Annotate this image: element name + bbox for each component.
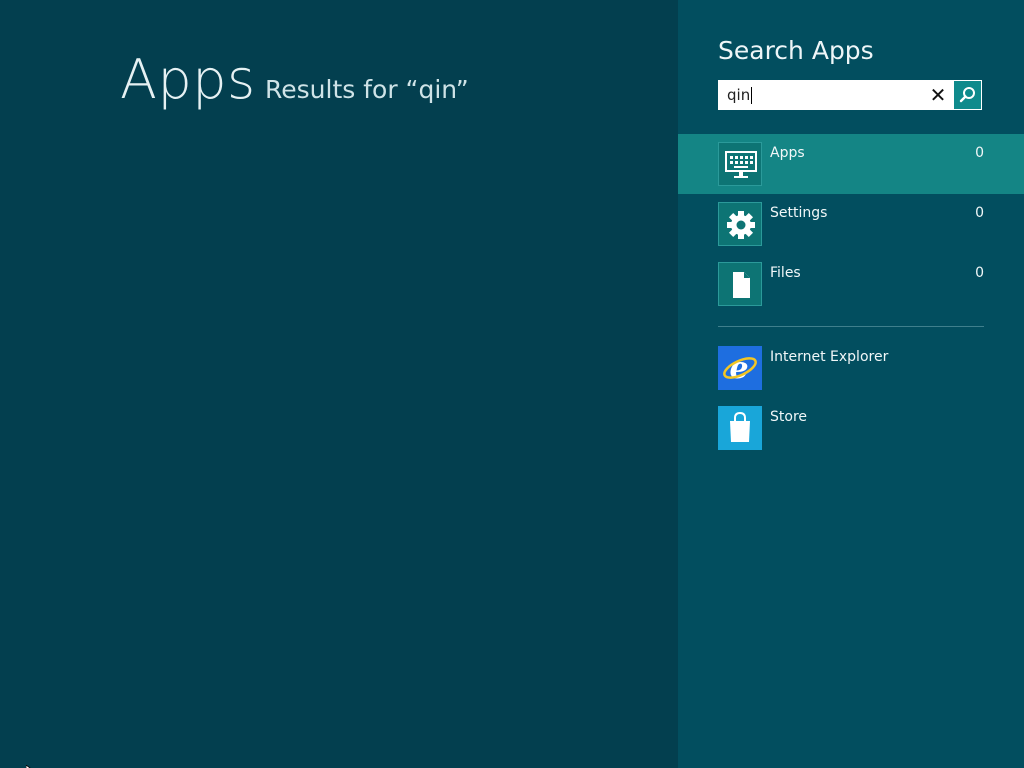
category-files[interactable]: Files 0 (678, 254, 1024, 314)
search-button[interactable] (953, 81, 981, 109)
category-count: 0 (975, 265, 984, 281)
apps-results-area: Apps Results for “qin” (0, 0, 678, 768)
gear-icon (718, 202, 762, 246)
results-subtitle: Results for “qin” (265, 75, 469, 104)
divider (718, 326, 984, 327)
category-count: 0 (975, 205, 984, 221)
start-screen: Apps Results for “qin” Search Apps ✕ (0, 0, 1024, 768)
svg-text:e: e (729, 351, 748, 386)
search-icon (959, 87, 975, 103)
category-label: Apps (770, 145, 805, 161)
category-label: Files (770, 265, 801, 281)
app-result-internet-explorer[interactable]: e Internet Explorer (678, 346, 1024, 406)
keyboard-monitor-icon (718, 142, 762, 186)
app-label: Internet Explorer (770, 349, 889, 365)
search-box: ✕ (718, 80, 982, 110)
mouse-pointer-icon (25, 760, 36, 768)
category-count: 0 (975, 145, 984, 161)
category-apps[interactable]: Apps 0 (678, 134, 1024, 194)
file-icon (718, 262, 762, 306)
store-bag-icon (718, 406, 762, 450)
page-title: Apps (120, 48, 256, 111)
category-settings[interactable]: Settings 0 (678, 194, 1024, 254)
internet-explorer-icon: e (718, 346, 762, 390)
app-label: Store (770, 409, 808, 425)
category-label: Settings (770, 205, 828, 221)
search-pane-title: Search Apps (718, 36, 874, 65)
app-result-store[interactable]: Store (678, 406, 1024, 466)
close-icon: ✕ (929, 83, 947, 107)
text-caret (751, 87, 752, 104)
search-pane: Search Apps ✕ (678, 0, 1024, 768)
clear-button[interactable]: ✕ (925, 83, 951, 107)
